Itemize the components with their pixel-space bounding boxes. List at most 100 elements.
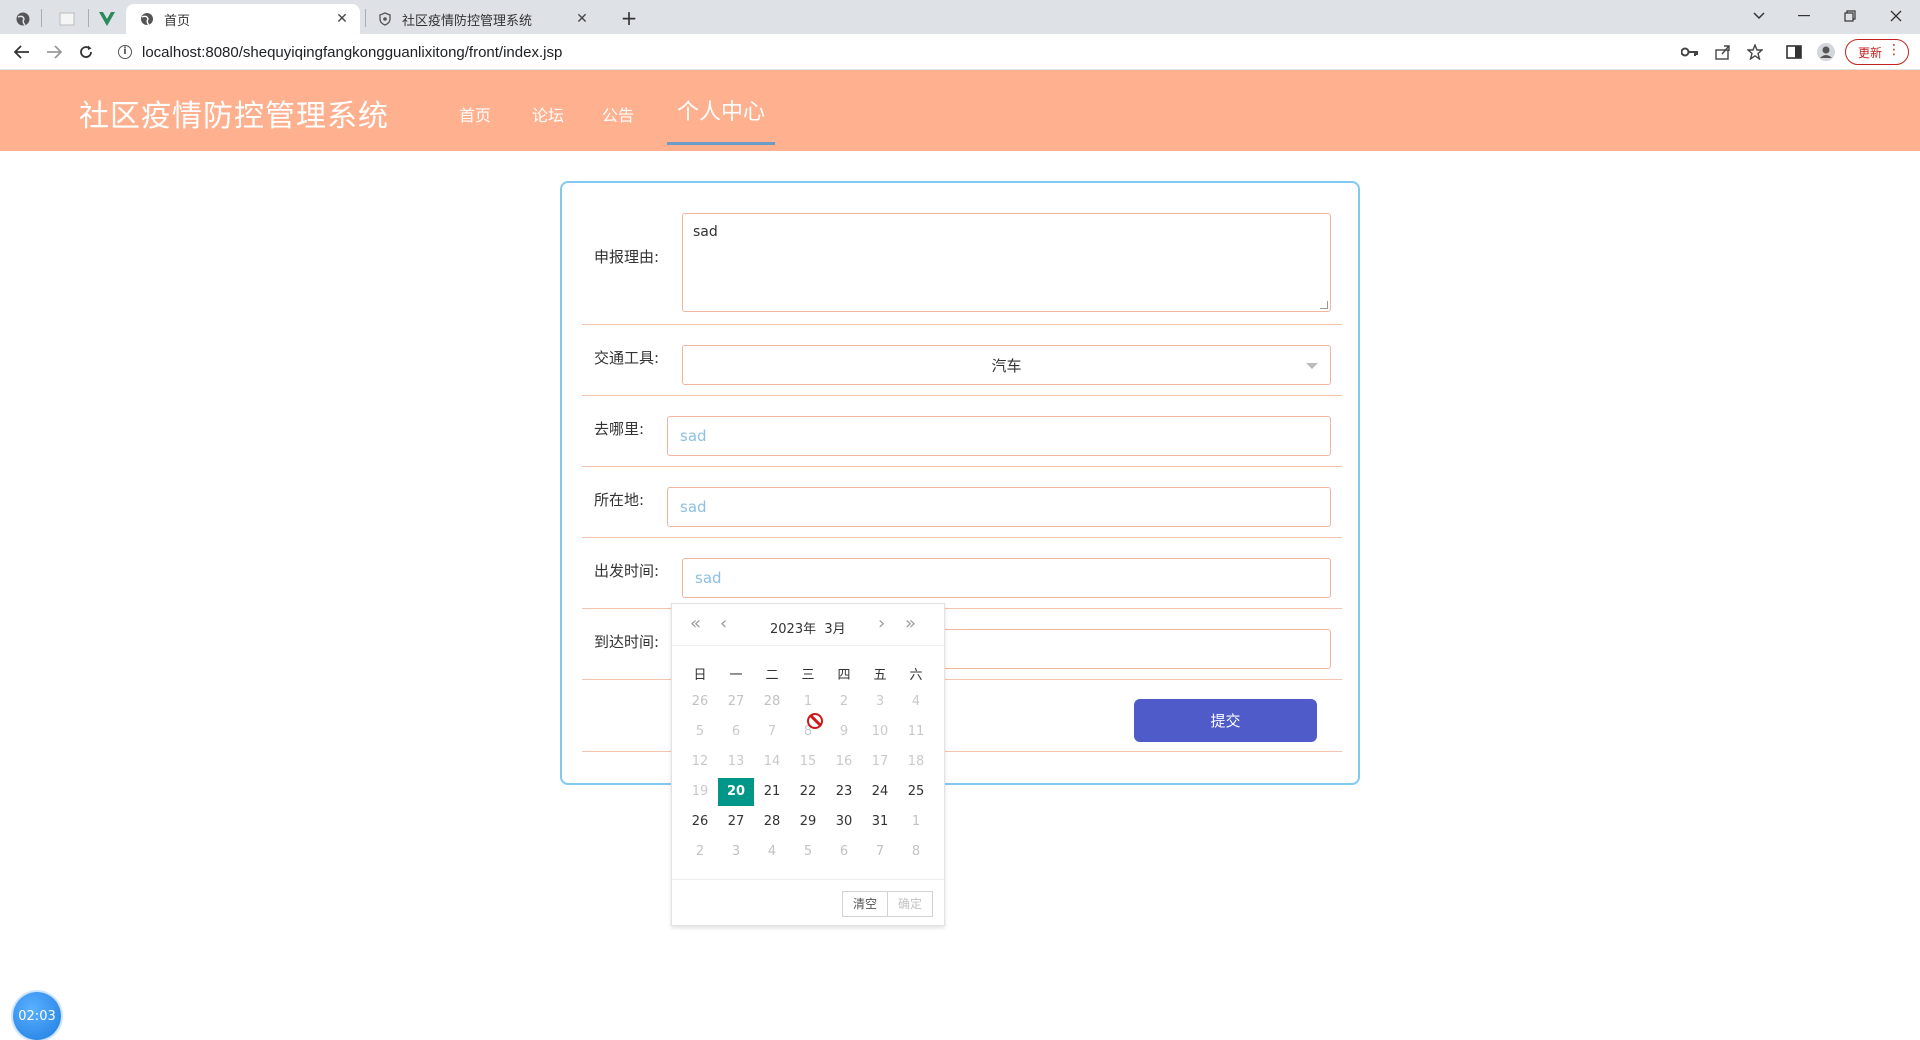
calendar-day: 2: [695, 844, 705, 859]
date-picker-footer: 清空 确定: [672, 879, 944, 925]
bookmark-star-icon[interactable]: [1745, 42, 1765, 62]
tab-search-icon[interactable]: [1739, 2, 1779, 30]
calendar-day[interactable]: 30: [826, 808, 862, 836]
calendar-day: 8: [911, 844, 921, 859]
tab-home[interactable]: 首页 ✕: [126, 4, 360, 34]
calendar-day[interactable]: 24: [862, 778, 898, 806]
weekday-label: 三: [801, 668, 815, 683]
weekday-label: 二: [765, 668, 779, 683]
url-field[interactable]: i localhost:8080/shequyiqingfangkongguan…: [108, 37, 1688, 67]
location-value: sad: [680, 498, 707, 516]
picker-month[interactable]: 3月: [824, 622, 845, 637]
calendar-day: 5: [695, 724, 705, 739]
back-icon[interactable]: [10, 40, 34, 64]
calendar-day: 19: [691, 784, 709, 799]
close-tab-icon[interactable]: ✕: [334, 11, 350, 27]
nav-announcement[interactable]: 公告: [602, 102, 634, 126]
browser-tab-strip: 首页 ✕ 社区疫情防控管理系统 ✕ +: [0, 0, 1920, 34]
calendar-day[interactable]: 29: [790, 808, 826, 836]
form-row-reason: 申报理由: sad: [582, 183, 1342, 325]
more-menu-icon[interactable]: ⋮: [1887, 42, 1901, 58]
profile-avatar-icon[interactable]: [1816, 42, 1836, 62]
side-panel-icon[interactable]: [1784, 42, 1804, 62]
update-label: 更新: [1858, 45, 1883, 60]
share-icon[interactable]: [1713, 42, 1733, 62]
new-tab-button[interactable]: +: [616, 6, 642, 30]
next-year-icon[interactable]: »: [905, 615, 916, 635]
picker-year[interactable]: 2023年: [770, 622, 816, 637]
resize-handle-icon[interactable]: [1320, 301, 1328, 309]
calendar-day[interactable]: 27: [718, 808, 754, 836]
form-row-destination: 去哪里: sad: [582, 396, 1342, 467]
calendar-day[interactable]: 23: [826, 778, 862, 806]
nav-personal-center[interactable]: 个人中心: [677, 94, 765, 126]
calendar-day: 16: [835, 754, 853, 769]
page-icon: [59, 12, 75, 26]
date-picker-header: « ‹ 2023年 3月 › »: [672, 604, 944, 646]
calendar-day[interactable]: 31: [862, 808, 898, 836]
destination-label: 去哪里:: [594, 420, 645, 438]
tab-system[interactable]: 社区疫情防控管理系统 ✕: [364, 4, 600, 34]
clear-button[interactable]: 清空: [842, 891, 888, 917]
departure-time-input[interactable]: sad: [682, 558, 1331, 598]
form-row-transport: 交通工具: 汽车: [582, 325, 1342, 396]
transport-label: 交通工具:: [594, 349, 660, 367]
weekday-label: 五: [873, 668, 887, 683]
location-input[interactable]: sad: [667, 487, 1331, 527]
calendar-day: 1: [911, 814, 921, 829]
reason-textarea[interactable]: sad: [682, 213, 1331, 312]
close-tab-icon[interactable]: ✕: [574, 11, 590, 27]
calendar-day[interactable]: 21: [754, 778, 790, 806]
calendar-day: 4: [911, 694, 921, 709]
calendar-day: 9: [839, 724, 849, 739]
calendar-day[interactable]: 25: [898, 778, 934, 806]
timer-badge[interactable]: 02:03: [13, 992, 61, 1040]
reload-icon[interactable]: [74, 40, 98, 64]
prev-year-icon[interactable]: «: [690, 615, 701, 635]
calendar-day: 2: [839, 694, 849, 709]
close-window-icon[interactable]: [1876, 2, 1916, 30]
prev-month-icon[interactable]: ‹: [720, 615, 727, 635]
transport-value: 汽车: [991, 356, 1022, 375]
form-row-location: 所在地: sad: [582, 467, 1342, 538]
date-picker-popup: « ‹ 2023年 3月 › » 日一二三四五六 26 27 28 1 2 3 4 5 6 7 8 9…: [671, 603, 945, 926]
calendar-day: 7: [767, 724, 777, 739]
reason-value: sad: [693, 224, 718, 240]
shield-icon: [379, 12, 391, 26]
tab-title: 社区疫情防控管理系统: [402, 13, 533, 29]
calendar-day[interactable]: 28: [754, 808, 790, 836]
update-button[interactable]: 更新 ⋮: [1845, 39, 1909, 65]
pinned-tab-1[interactable]: [6, 4, 40, 34]
forward-icon[interactable]: [42, 40, 66, 64]
calendar-day: 10: [871, 724, 889, 739]
calendar-day: 6: [731, 724, 741, 739]
key-icon[interactable]: [1680, 42, 1700, 62]
confirm-button[interactable]: 确定: [887, 891, 933, 917]
nav-forum[interactable]: 论坛: [532, 102, 564, 126]
destination-input[interactable]: sad: [667, 416, 1331, 456]
restore-icon[interactable]: [1830, 2, 1870, 30]
next-month-icon[interactable]: ›: [878, 615, 885, 635]
weekday-label: 四: [837, 668, 851, 683]
pinned-tab-3[interactable]: [90, 4, 124, 34]
vue-logo-icon: [99, 12, 115, 26]
calendar-day: 11: [907, 724, 925, 739]
calendar-day[interactable]: 22: [790, 778, 826, 806]
site-title: 社区疫情防控管理系统: [79, 99, 389, 134]
submit-button[interactable]: 提交: [1134, 699, 1317, 742]
calendar-day[interactable]: 26: [682, 808, 718, 836]
nav-home[interactable]: 首页: [459, 102, 491, 126]
calendar-day: 14: [763, 754, 781, 769]
calendar-day[interactable]: 20: [718, 778, 754, 806]
location-label: 所在地:: [594, 491, 645, 509]
chevron-down-icon: [1306, 363, 1318, 369]
calendar-day: 7: [875, 844, 885, 859]
transport-select[interactable]: 汽车: [682, 345, 1331, 385]
weekday-label: 日: [693, 668, 707, 683]
minimize-icon[interactable]: [1784, 2, 1824, 30]
pinned-tab-2[interactable]: [50, 4, 84, 34]
site-info-icon[interactable]: i: [118, 45, 132, 59]
globe-icon: [16, 12, 30, 26]
globe-icon: [141, 13, 153, 26]
departure-label: 出发时间:: [594, 562, 660, 580]
